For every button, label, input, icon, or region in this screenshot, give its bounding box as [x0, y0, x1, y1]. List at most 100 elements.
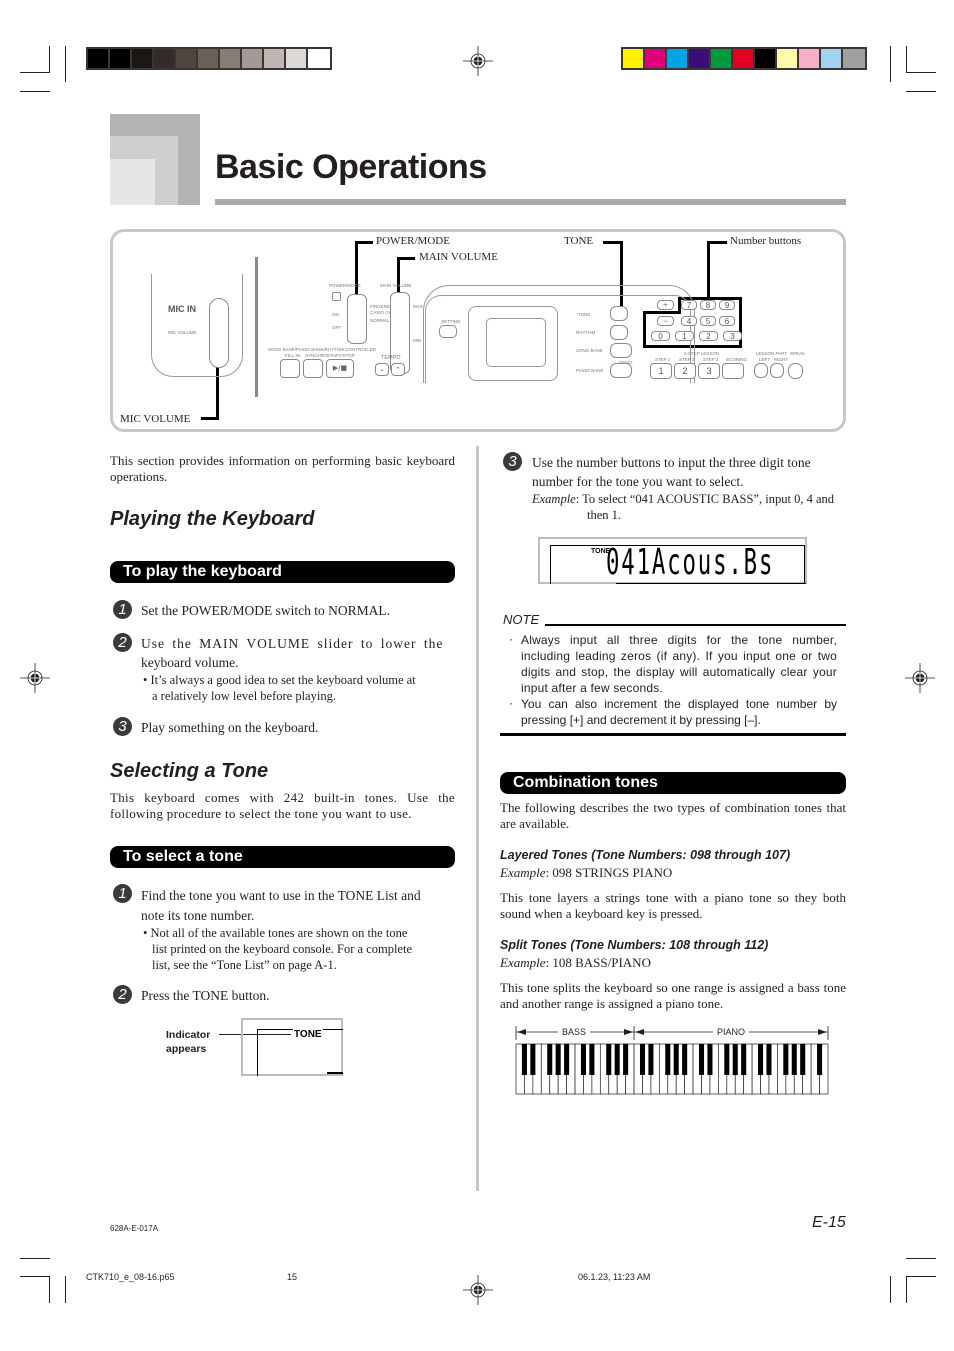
page-title: Basic Operations	[215, 148, 487, 186]
crop-mark	[49, 46, 50, 73]
black-key	[580, 1044, 586, 1075]
number-button-8[interactable]: 8	[700, 300, 716, 310]
tempo-down-button[interactable]: ⌄	[375, 363, 389, 376]
keyboard-panel-diagram: POWER/MODE MAIN VOLUME TONE Number butto…	[110, 229, 846, 432]
source-file: CTK710_e_08-16.p65	[86, 1272, 175, 1282]
callout-number-buttons: Number buttons	[730, 235, 802, 247]
split-example: Example: 108 BASS/PIANO	[500, 955, 651, 971]
color-swatch	[777, 49, 799, 68]
synchro-button[interactable]	[303, 359, 323, 378]
play-step-1: Set the POWER/MODE switch to NORMAL.	[141, 603, 390, 618]
scoring-label: SCORING	[726, 357, 748, 362]
indicator-label-line1: Indicator	[166, 1029, 211, 1041]
title-decoration	[110, 114, 200, 205]
black-key	[758, 1044, 764, 1075]
step-number-badge: 3	[503, 452, 522, 471]
color-swatch	[286, 49, 308, 68]
note-rule	[545, 624, 846, 626]
color-swatch	[821, 49, 843, 68]
mic-volume-slider[interactable]	[209, 298, 229, 368]
piano-bank-button[interactable]	[610, 363, 632, 378]
lcd-display-example: TONE 041Acous.Bs	[538, 537, 807, 584]
mic-panel	[151, 274, 243, 377]
arrowhead-icon	[635, 1029, 645, 1035]
synchro-label: SYNCHRO	[305, 353, 328, 358]
color-swatch	[755, 49, 777, 68]
main-volume-slider[interactable]	[390, 292, 410, 374]
number-button-0[interactable]: 0	[651, 331, 670, 341]
lesson-right-button[interactable]	[770, 363, 784, 378]
number-button-9[interactable]: 9	[719, 300, 735, 310]
color-swatch	[220, 49, 242, 68]
lcd-text: 041Acous.Bs	[606, 542, 775, 583]
color-swatch	[132, 49, 154, 68]
crop-mark	[906, 1276, 936, 1277]
rhythm-button[interactable]	[610, 325, 628, 340]
note-bullet: ·	[509, 632, 513, 646]
black-key	[741, 1044, 747, 1075]
number-button-7[interactable]: 7	[681, 300, 697, 310]
play-step-2-bullet-line2: a relatively low level before playing.	[152, 689, 336, 703]
lcd-underline	[616, 582, 806, 584]
setting-button[interactable]	[439, 325, 457, 338]
min-label: MIN	[413, 338, 422, 343]
black-key	[555, 1044, 561, 1075]
select-step-1-bullet-line1: • Not all of the available tones are sho…	[143, 926, 408, 940]
plus-button[interactable]: +	[657, 300, 674, 310]
leader-line	[707, 241, 710, 299]
lesson-step-button-1[interactable]: 1	[650, 363, 672, 379]
piano-bank-label: PIANO BANK	[576, 368, 604, 373]
black-key	[783, 1044, 789, 1075]
minus-button[interactable]: −	[657, 316, 674, 326]
lesson-left-button[interactable]	[754, 363, 768, 378]
number-button-3[interactable]: 3	[723, 331, 742, 341]
start-stop-button[interactable]: ▶/■	[326, 359, 354, 378]
registration-mark-icon	[905, 663, 935, 693]
fill-in-button[interactable]	[280, 359, 300, 378]
select-step-3-line1: Use the number buttons to input the thre…	[532, 455, 811, 470]
number-button-1[interactable]: 1	[675, 331, 694, 341]
number-button-5[interactable]: 5	[700, 316, 716, 326]
color-swatch	[711, 49, 733, 68]
black-key	[639, 1044, 646, 1075]
split-description: This tone splits the keyboard so one ran…	[500, 980, 846, 1011]
crop-mark	[20, 91, 50, 92]
power-button[interactable]	[332, 292, 341, 301]
document-code: 628A-E-017A	[110, 1224, 159, 1233]
select-step-2: Press the TONE button.	[141, 988, 270, 1003]
example-label: Example	[532, 492, 576, 506]
lesson-part-label: LESSON PART	[756, 351, 788, 356]
number-button-6[interactable]: 6	[719, 316, 735, 326]
playing-heading: Playing the Keyboard	[110, 508, 315, 530]
power-mode-label: POWER/MODE	[329, 283, 361, 288]
process-color-bar	[621, 47, 867, 70]
display-cursor	[327, 1072, 343, 1074]
tempo-up-button[interactable]: ⌃	[391, 363, 405, 376]
black-key	[665, 1044, 671, 1075]
black-key	[766, 1044, 772, 1075]
registration-mark-icon	[20, 663, 50, 693]
rhythm-label: RHYTHM	[576, 330, 596, 335]
lesson-step-button-2[interactable]: 2	[674, 363, 696, 379]
indicator-label-line2: appears	[166, 1043, 207, 1055]
crop-mark	[906, 91, 936, 92]
black-key	[817, 1044, 823, 1075]
crop-mark	[890, 46, 891, 82]
left-label: LEFT	[759, 357, 771, 362]
callout-main-volume: MAIN VOLUME	[419, 251, 498, 263]
black-key	[800, 1044, 806, 1075]
speak-button[interactable]	[788, 363, 803, 379]
step-number-badge: 2	[113, 633, 132, 652]
scoring-button[interactable]	[722, 363, 744, 379]
number-button-4[interactable]: 4	[681, 316, 697, 326]
power-mode-switch[interactable]	[347, 294, 367, 344]
note-title: NOTE	[503, 612, 540, 627]
crop-mark	[890, 1276, 891, 1303]
black-key	[614, 1044, 620, 1075]
song-bank-button[interactable]	[610, 343, 632, 358]
tone-button[interactable]	[610, 306, 628, 321]
number-button-2[interactable]: 2	[699, 331, 718, 341]
select-step-1-line2: note its tone number.	[141, 908, 255, 923]
lesson-step-button-3[interactable]: 3	[698, 363, 720, 379]
example-label: Example	[500, 865, 546, 880]
